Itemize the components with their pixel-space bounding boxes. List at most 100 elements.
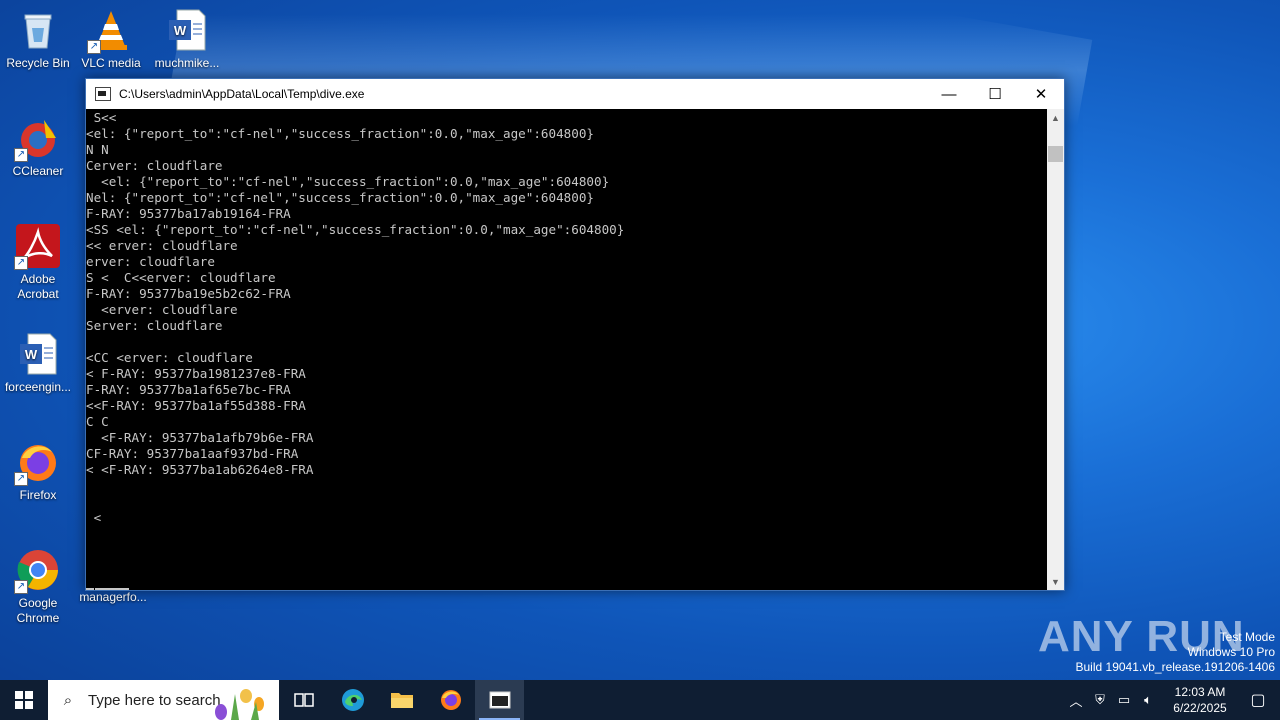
test-mode-watermark: Test Mode Windows 10 Pro Build 19041.vb_… bbox=[1076, 630, 1276, 675]
windows-logo-icon bbox=[15, 691, 33, 709]
desktop-icon-word-doc-2[interactable]: W forceengin... bbox=[0, 332, 76, 395]
taskbar: ⌕ Type here to search ︿ ⛨ ▭ 🔈︎ 12:03 AM … bbox=[0, 680, 1280, 720]
desktop-icon-word-doc-1[interactable]: W muchmike... bbox=[149, 8, 225, 71]
desktop-icon-vlc[interactable]: ↗ VLC media bbox=[73, 8, 149, 71]
watermark-line-3: Build 19041.vb_release.191206-1406 bbox=[1075, 660, 1276, 674]
shortcut-arrow-icon: ↗ bbox=[14, 472, 28, 486]
firefox-icon bbox=[440, 690, 461, 710]
taskbar-search-box[interactable]: ⌕ Type here to search bbox=[48, 680, 279, 720]
console-line: Server: cloudflare bbox=[86, 318, 223, 333]
word-document-icon: W bbox=[16, 332, 60, 376]
console-line: F-RAY: 95377ba17ab19164-FRA bbox=[86, 206, 291, 221]
desktop-icon-label: managerfo... bbox=[79, 590, 147, 604]
taskbar-console[interactable] bbox=[475, 680, 524, 720]
console-line: <erver: cloudflare bbox=[86, 302, 238, 317]
desktop-icon-label: Adobe Acrobat bbox=[17, 272, 59, 301]
shortcut-arrow-icon: ↗ bbox=[14, 256, 28, 270]
folder-icon bbox=[390, 693, 413, 708]
shortcut-arrow-icon: ↗ bbox=[14, 580, 28, 594]
desktop-icon-label: Recycle Bin bbox=[6, 56, 70, 70]
desktop-icon-label: CCleaner bbox=[12, 164, 64, 178]
console-app-icon bbox=[95, 87, 111, 101]
desktop-icon-firefox[interactable]: ↗ Firefox bbox=[0, 440, 76, 503]
window-title: C:\Users\admin\AppData\Local\Temp\dive.e… bbox=[119, 87, 365, 101]
taskbar-firefox[interactable] bbox=[426, 680, 475, 720]
console-line: <el: {"report_to":"cf-nel","success_frac… bbox=[86, 126, 594, 141]
firefox-icon: ↗ bbox=[14, 440, 60, 486]
console-line: F-RAY: 95377ba19e5b2c62-FRA bbox=[86, 286, 291, 301]
tray-network-icon[interactable]: ▭ bbox=[1112, 692, 1136, 708]
desktop-icon-adobe-acrobat[interactable]: ↗ Adobe Acrobat bbox=[0, 224, 76, 302]
task-view-icon bbox=[293, 693, 314, 707]
shortcut-arrow-icon: ↗ bbox=[87, 40, 101, 54]
tray-chevron-up-icon[interactable]: ︿ bbox=[1064, 691, 1088, 710]
search-icon: ⌕ bbox=[63, 691, 73, 709]
console-line: <<F-RAY: 95377ba1af55d388-FRA bbox=[86, 398, 306, 413]
shortcut-arrow-icon: ↗ bbox=[14, 148, 28, 162]
console-app-icon bbox=[489, 691, 510, 709]
scroll-up-arrow-icon[interactable]: ▲ bbox=[1047, 109, 1064, 126]
desktop-icon-recycle-bin[interactable]: Recycle Bin bbox=[0, 8, 76, 71]
desktop-icon-label: Google Chrome bbox=[16, 596, 60, 625]
desktop-icon-label: forceengin... bbox=[4, 380, 72, 394]
watermark-line-1: Test Mode bbox=[1219, 630, 1275, 644]
recycle-bin-icon bbox=[16, 8, 60, 52]
taskbar-file-explorer[interactable] bbox=[377, 680, 426, 720]
word-document-icon: W bbox=[165, 8, 209, 52]
chrome-icon: ↗ bbox=[14, 548, 60, 594]
search-flowers-decoration-icon bbox=[215, 689, 264, 720]
console-line: CF-RAY: 95377ba1aaf937bd-FRA bbox=[86, 446, 299, 461]
watermark-line-2: Windows 10 Pro bbox=[1187, 645, 1275, 659]
console-window[interactable]: C:\Users\admin\AppData\Local\Temp\dive.e… bbox=[85, 78, 1065, 591]
console-output[interactable]: S<< <el: {"report_to":"cf-nel","success_f… bbox=[86, 109, 1047, 590]
desktop-icon-label: muchmike... bbox=[154, 56, 220, 70]
desktop-icon-label: VLC media bbox=[81, 56, 141, 70]
edge-icon bbox=[341, 689, 364, 711]
console-line: <SS <el: {"report_to":"cf-nel","success_… bbox=[86, 222, 625, 237]
task-view-button[interactable] bbox=[279, 680, 328, 720]
adobe-acrobat-icon: ↗ bbox=[14, 224, 60, 270]
clock-date: 6/22/2025 bbox=[1173, 701, 1227, 715]
close-button[interactable]: ✕ bbox=[1018, 79, 1064, 109]
console-line: <CC <erver: cloudflare bbox=[86, 350, 253, 365]
console-line: < F-RAY: 95377ba1981237e8-FRA bbox=[86, 366, 306, 381]
svg-text:W: W bbox=[174, 23, 187, 38]
notification-center-icon[interactable]: ▢ bbox=[1236, 690, 1280, 710]
console-line: S < C<<erver: cloudflare bbox=[86, 270, 276, 285]
console-line: < bbox=[86, 510, 102, 525]
desktop-icon-google-chrome[interactable]: ↗ Google Chrome bbox=[0, 548, 76, 626]
console-line: S<< bbox=[86, 110, 117, 125]
console-line: <F-RAY: 95377ba1afb79b6e-FRA bbox=[86, 430, 314, 445]
system-tray: ︿ ⛨ ▭ 🔈︎ 12:03 AM 6/22/2025 ▢ bbox=[1064, 680, 1280, 720]
svg-text:W: W bbox=[25, 347, 38, 362]
clock-time: 12:03 AM bbox=[1174, 685, 1226, 699]
console-line: N N bbox=[86, 142, 109, 157]
desktop-icon-label: Firefox bbox=[19, 488, 57, 502]
console-line: C C bbox=[86, 414, 109, 429]
minimize-button[interactable]: — bbox=[926, 79, 972, 109]
vertical-scrollbar[interactable]: ▲ ▼ bbox=[1047, 109, 1064, 590]
scroll-down-arrow-icon[interactable]: ▼ bbox=[1047, 573, 1064, 590]
console-underline bbox=[95, 588, 129, 590]
console-line: < <F-RAY: 95377ba1ab6264e8-FRA bbox=[86, 462, 314, 477]
tray-security-icon[interactable]: ⛨ bbox=[1088, 692, 1112, 708]
ccleaner-icon: ↗ bbox=[14, 116, 60, 162]
console-line: F-RAY: 95377ba1af65e7bc-FRA bbox=[86, 382, 291, 397]
console-titlebar[interactable]: C:\Users\admin\AppData\Local\Temp\dive.e… bbox=[86, 79, 1064, 109]
console-cursor bbox=[86, 588, 94, 590]
desktop-icon-ccleaner[interactable]: ↗ CCleaner bbox=[0, 116, 76, 179]
taskbar-edge[interactable] bbox=[328, 680, 377, 720]
console-line: Cerver: cloudflare bbox=[86, 158, 223, 173]
taskbar-clock[interactable]: 12:03 AM 6/22/2025 bbox=[1164, 684, 1236, 716]
console-line: Nel: {"report_to":"cf-nel","success_frac… bbox=[86, 190, 594, 205]
maximize-button[interactable]: ☐ bbox=[972, 79, 1018, 109]
scrollbar-thumb[interactable] bbox=[1048, 146, 1063, 162]
start-button[interactable] bbox=[0, 680, 48, 720]
desktop-icon-managerfo[interactable]: managerfo... bbox=[75, 590, 151, 605]
tray-volume-icon[interactable]: 🔈︎ bbox=[1136, 692, 1160, 708]
console-line: <el: {"report_to":"cf-nel","success_frac… bbox=[86, 174, 610, 189]
vlc-icon: ↗ bbox=[87, 8, 133, 54]
